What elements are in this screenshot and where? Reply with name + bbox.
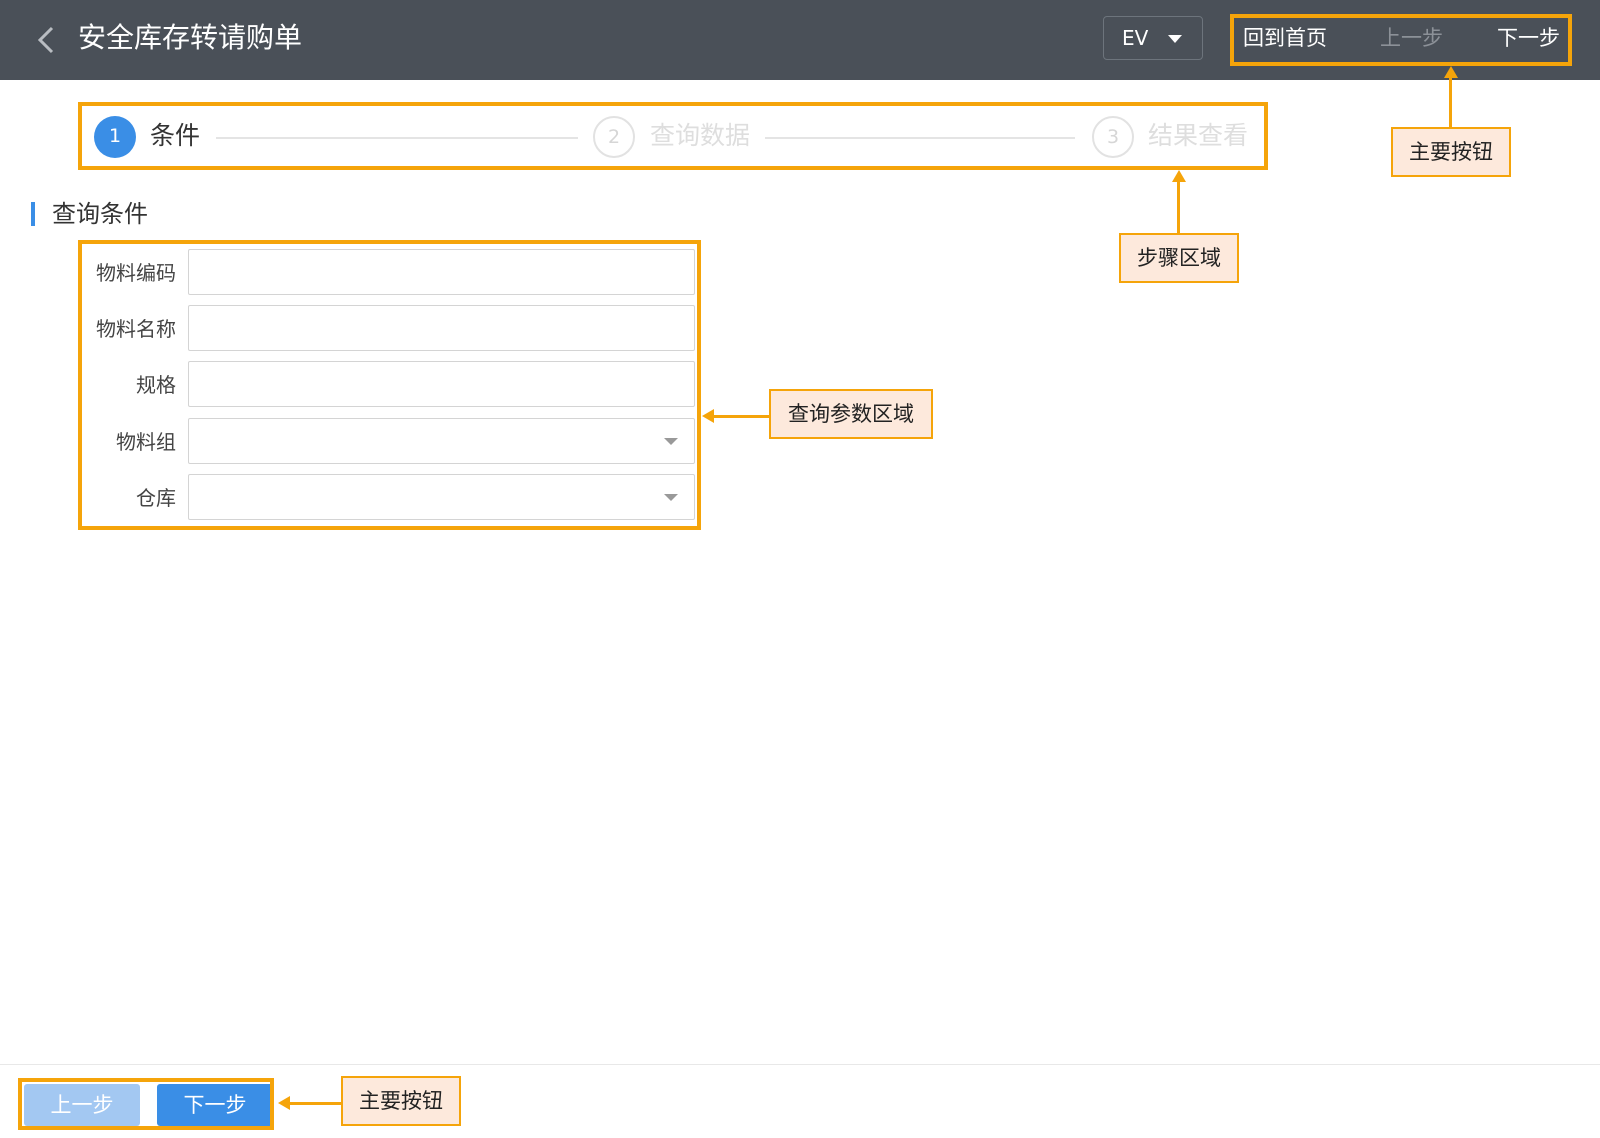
callout-steps-area: 步骤区域 [1119,233,1239,283]
page-title: 安全库存转请购单 [78,21,303,54]
chevron-left-icon[interactable] [30,22,66,58]
footer-prev-button[interactable]: 上一步 [24,1084,140,1126]
arrow-head-icon [702,409,714,423]
header-bar: 安全库存转请购单 EV 回到首页 上一步 下一步 [0,0,1600,80]
caret-down-icon[interactable] [664,494,678,501]
arrow-head-icon [1444,66,1458,78]
arrow-head-icon [278,1096,290,1110]
callout-main-buttons-bottom: 主要按钮 [341,1076,461,1126]
field-label-material-name: 物料名称 [96,317,176,341]
caret-down-icon [1168,35,1182,43]
spec-input[interactable] [188,361,695,407]
header-next-button[interactable]: 下一步 [1497,20,1560,56]
step-3-label: 结果查看 [1148,121,1249,150]
callout-arrow [714,415,770,418]
caret-down-icon[interactable] [664,438,678,445]
field-label-material-group: 物料组 [116,430,176,454]
section-accent-bar [31,202,35,226]
section-title: 查询条件 [52,200,148,228]
material-group-select[interactable] [188,418,695,464]
material-code-input[interactable] [188,249,695,295]
step-3-circle: 3 [1092,116,1134,158]
steps-bar: 1 条件 2 查询数据 3 结果查看 [80,104,1266,168]
home-button[interactable]: 回到首页 [1243,20,1327,56]
callout-arrow [1177,182,1180,234]
footer-divider [0,1064,1600,1065]
material-name-input[interactable] [188,305,695,351]
arrow-head-icon [1172,170,1186,182]
language-value: EV [1122,26,1149,50]
step-connector [216,137,578,139]
field-label-spec: 规格 [136,373,176,397]
field-label-material-code: 物料编码 [96,261,176,285]
step-1-label: 条件 [150,121,201,150]
footer-next-button[interactable]: 下一步 [157,1084,273,1126]
callout-main-buttons-top: 主要按钮 [1391,127,1511,177]
language-select[interactable]: EV [1103,16,1203,60]
step-connector [765,137,1075,139]
step-2-label: 查询数据 [650,121,751,150]
step-1-circle: 1 [94,116,136,158]
callout-arrow [290,1102,342,1105]
callout-arrow [1449,78,1452,128]
callout-query-params: 查询参数区域 [769,389,933,439]
header-prev-button[interactable]: 上一步 [1380,20,1443,56]
field-label-warehouse: 仓库 [136,486,176,510]
warehouse-select[interactable] [188,474,695,520]
step-2-circle: 2 [593,116,635,158]
